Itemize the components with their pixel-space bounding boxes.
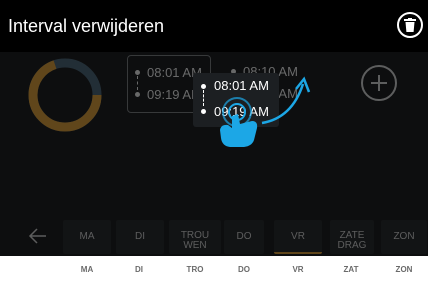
- start-dot: [201, 84, 206, 89]
- start-dot: [135, 70, 140, 75]
- popup-start-time: 08:01 AM: [214, 78, 269, 93]
- day-label: ZON: [393, 231, 415, 242]
- back-arrow-icon[interactable]: [28, 226, 48, 246]
- page-title: Interval verwijderen: [8, 16, 165, 36]
- day-label: VR: [291, 231, 305, 242]
- day-tab-zaterdag[interactable]: ZATE DRAG: [330, 220, 374, 254]
- add-interval-button[interactable]: [361, 65, 397, 101]
- day-label: DI: [135, 231, 145, 242]
- day-legend-label: ZAT: [343, 265, 359, 274]
- delete-button[interactable]: [397, 12, 423, 38]
- day-legend-label: ZON: [395, 265, 413, 274]
- day-tab-ma[interactable]: MA: [63, 220, 111, 254]
- end-dot: [201, 109, 206, 114]
- day-label: ZATE DRAG: [337, 230, 367, 251]
- interval-connector: [137, 76, 138, 90]
- day-legend-label: DO: [238, 265, 250, 274]
- day-legend-label: VR: [292, 265, 304, 274]
- progress-ring: [28, 58, 102, 132]
- header-bar: Interval verwijderen: [0, 0, 428, 52]
- day-label: TROU WEN: [180, 230, 210, 251]
- day-tab-zon[interactable]: ZON: [381, 220, 427, 254]
- popup-end-time: 09:19 AM: [214, 104, 269, 119]
- day-label: MA: [79, 231, 95, 242]
- selected-interval-popup[interactable]: 08:01 AM 09:19 AM: [193, 73, 279, 127]
- trash-icon: [404, 18, 416, 32]
- day-tab-vr[interactable]: VR: [274, 220, 322, 254]
- day-legend-label: DI: [135, 265, 143, 274]
- day-selector: MA DI TROU WEN DO VR ZATE DRAG ZON: [0, 220, 428, 254]
- day-legend-label: MA: [80, 265, 94, 274]
- day-legend: MA DI TRO DO VR ZAT ZON: [0, 256, 428, 285]
- interval-connector: [203, 90, 204, 106]
- day-tab-di[interactable]: DI: [116, 220, 164, 254]
- day-legend-label: TRO: [186, 265, 204, 274]
- day-tab-trouwen[interactable]: TROU WEN: [169, 220, 221, 254]
- day-label: DO: [236, 231, 252, 242]
- end-dot: [135, 92, 140, 97]
- app-screen: Interval verwijderen 08:01 AM 09:19 AM 0…: [0, 0, 428, 256]
- day-tab-do[interactable]: DO: [224, 220, 264, 254]
